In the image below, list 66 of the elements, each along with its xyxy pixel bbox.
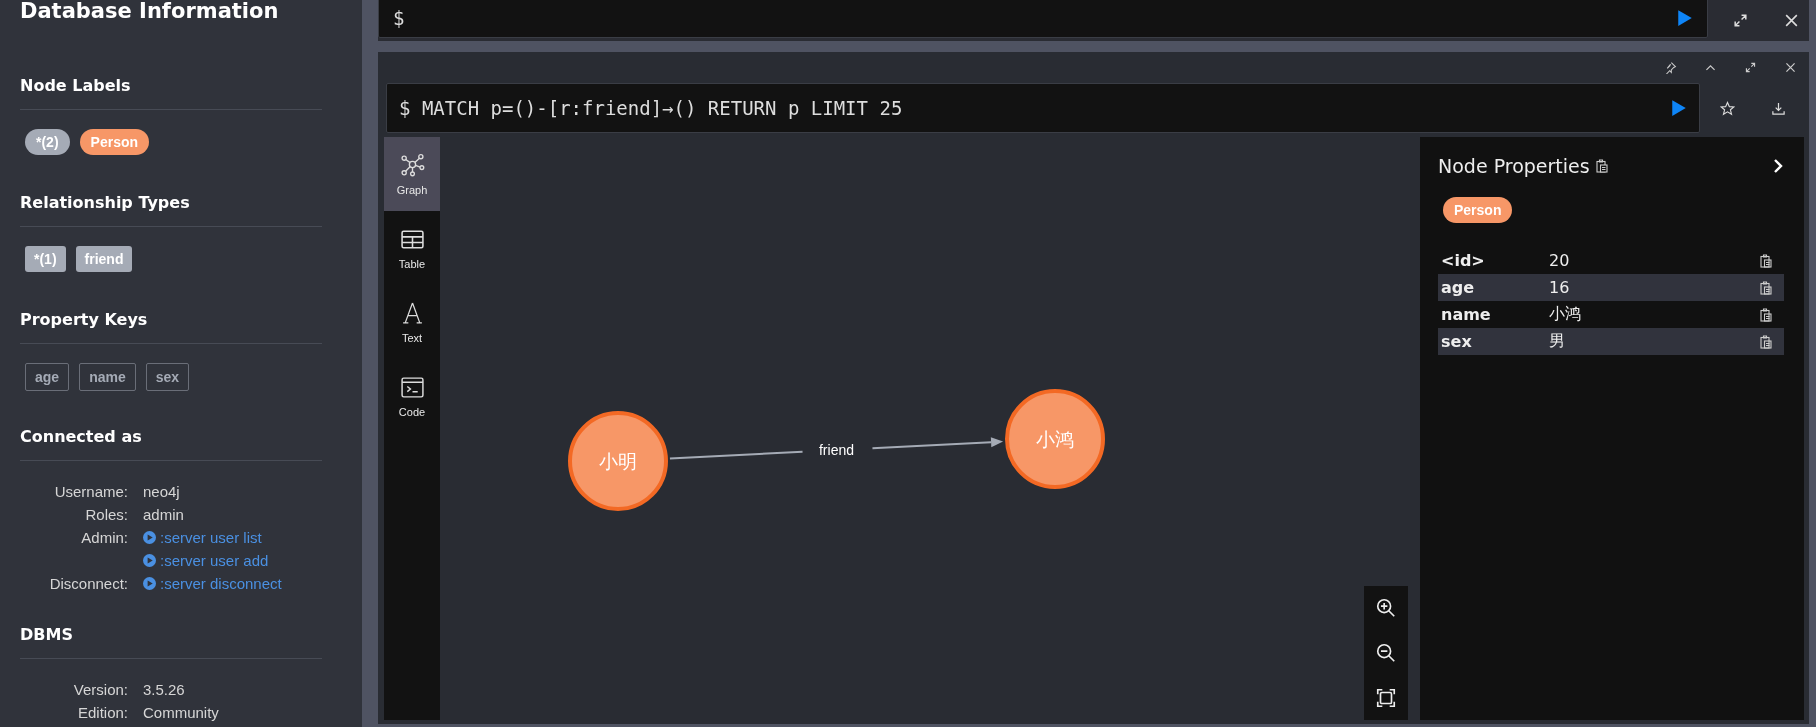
info-label: Version: xyxy=(72,680,128,700)
fit-icon[interactable] xyxy=(1375,686,1397,709)
view-tab[interactable]: Code xyxy=(384,359,440,433)
command-link[interactable]: :server disconnect xyxy=(143,572,362,595)
view-tab[interactable]: Text xyxy=(384,285,440,359)
section-heading: Connected as xyxy=(20,427,322,461)
info-value: admin xyxy=(143,505,185,525)
property-key: sex xyxy=(1441,332,1549,351)
node-label: 小鸿 xyxy=(1036,428,1074,450)
property-key: <id> xyxy=(1441,251,1549,270)
clipboard-icon[interactable] xyxy=(1760,334,1772,349)
chevron-right-icon[interactable] xyxy=(1772,158,1784,174)
info-value: Community xyxy=(143,703,220,723)
command-editor[interactable]: $ xyxy=(378,0,1708,38)
section-heading: Relationship Types xyxy=(20,193,322,227)
terminal-icon xyxy=(399,374,425,400)
property-key: age xyxy=(1441,278,1549,297)
property-value: 16 xyxy=(1549,278,1571,297)
info-label: Roles: xyxy=(84,505,128,525)
property-value: 小鸿 xyxy=(1549,304,1582,325)
inspector-title: Node Properties xyxy=(1438,155,1590,177)
view-tab[interactable]: Table xyxy=(384,211,440,285)
clipboard-icon[interactable] xyxy=(1760,253,1772,268)
property-value: 男 xyxy=(1549,331,1566,352)
relationship-arrow[interactable] xyxy=(668,437,1004,460)
star-icon[interactable] xyxy=(1720,100,1735,116)
download-icon[interactable] xyxy=(1771,100,1786,116)
command-link[interactable]: :server user list xyxy=(143,526,362,549)
run-icon[interactable] xyxy=(1671,99,1687,117)
property-key-tag[interactable]: age xyxy=(25,363,70,391)
node-label: 小明 xyxy=(599,450,637,472)
zoom-out-icon[interactable] xyxy=(1375,642,1397,664)
property-key: name xyxy=(1441,305,1549,324)
play-icon xyxy=(143,577,156,590)
section-heading: Node Labels xyxy=(20,76,322,110)
clipboard-icon[interactable] xyxy=(1760,280,1772,295)
property-key-tag[interactable]: sex xyxy=(145,363,190,391)
close-icon[interactable] xyxy=(1784,61,1797,74)
query-editor[interactable]: $ MATCH p=()-[r:friend]→() RETURN p LIMIT 25 xyxy=(386,83,1700,133)
property-value: 20 xyxy=(1549,251,1571,270)
info-label: Admin: xyxy=(80,528,128,548)
info-label: Disconnect: xyxy=(48,574,128,594)
zoom-in-icon[interactable] xyxy=(1375,597,1397,620)
graph-node[interactable] xyxy=(1005,389,1105,489)
graph-node[interactable] xyxy=(568,411,668,511)
info-value: 3.5.26 xyxy=(143,680,186,700)
expand-icon[interactable] xyxy=(1744,61,1757,74)
relationship-label: friend xyxy=(819,442,854,458)
play-icon xyxy=(143,531,156,544)
property-key-tag[interactable]: name xyxy=(79,363,136,391)
play-icon xyxy=(143,554,156,567)
section-heading: DBMS xyxy=(20,625,322,659)
info-label: Username: xyxy=(53,482,128,502)
view-tab[interactable]: Graph xyxy=(384,137,440,211)
sidebar-title: Database Information xyxy=(20,0,280,24)
expand-icon[interactable] xyxy=(1732,12,1749,29)
info-label: Edition: xyxy=(76,703,128,723)
clipboard-icon[interactable] xyxy=(1595,159,1608,173)
command-link[interactable]: :server user add xyxy=(143,549,362,572)
section-heading: Property Keys xyxy=(20,310,322,344)
clipboard-icon[interactable] xyxy=(1760,307,1772,322)
graph-icon xyxy=(399,152,425,178)
close-icon[interactable] xyxy=(1783,12,1800,29)
pin-icon[interactable] xyxy=(1664,61,1677,74)
info-value: neo4j xyxy=(143,482,181,502)
run-icon[interactable] xyxy=(1677,8,1693,27)
